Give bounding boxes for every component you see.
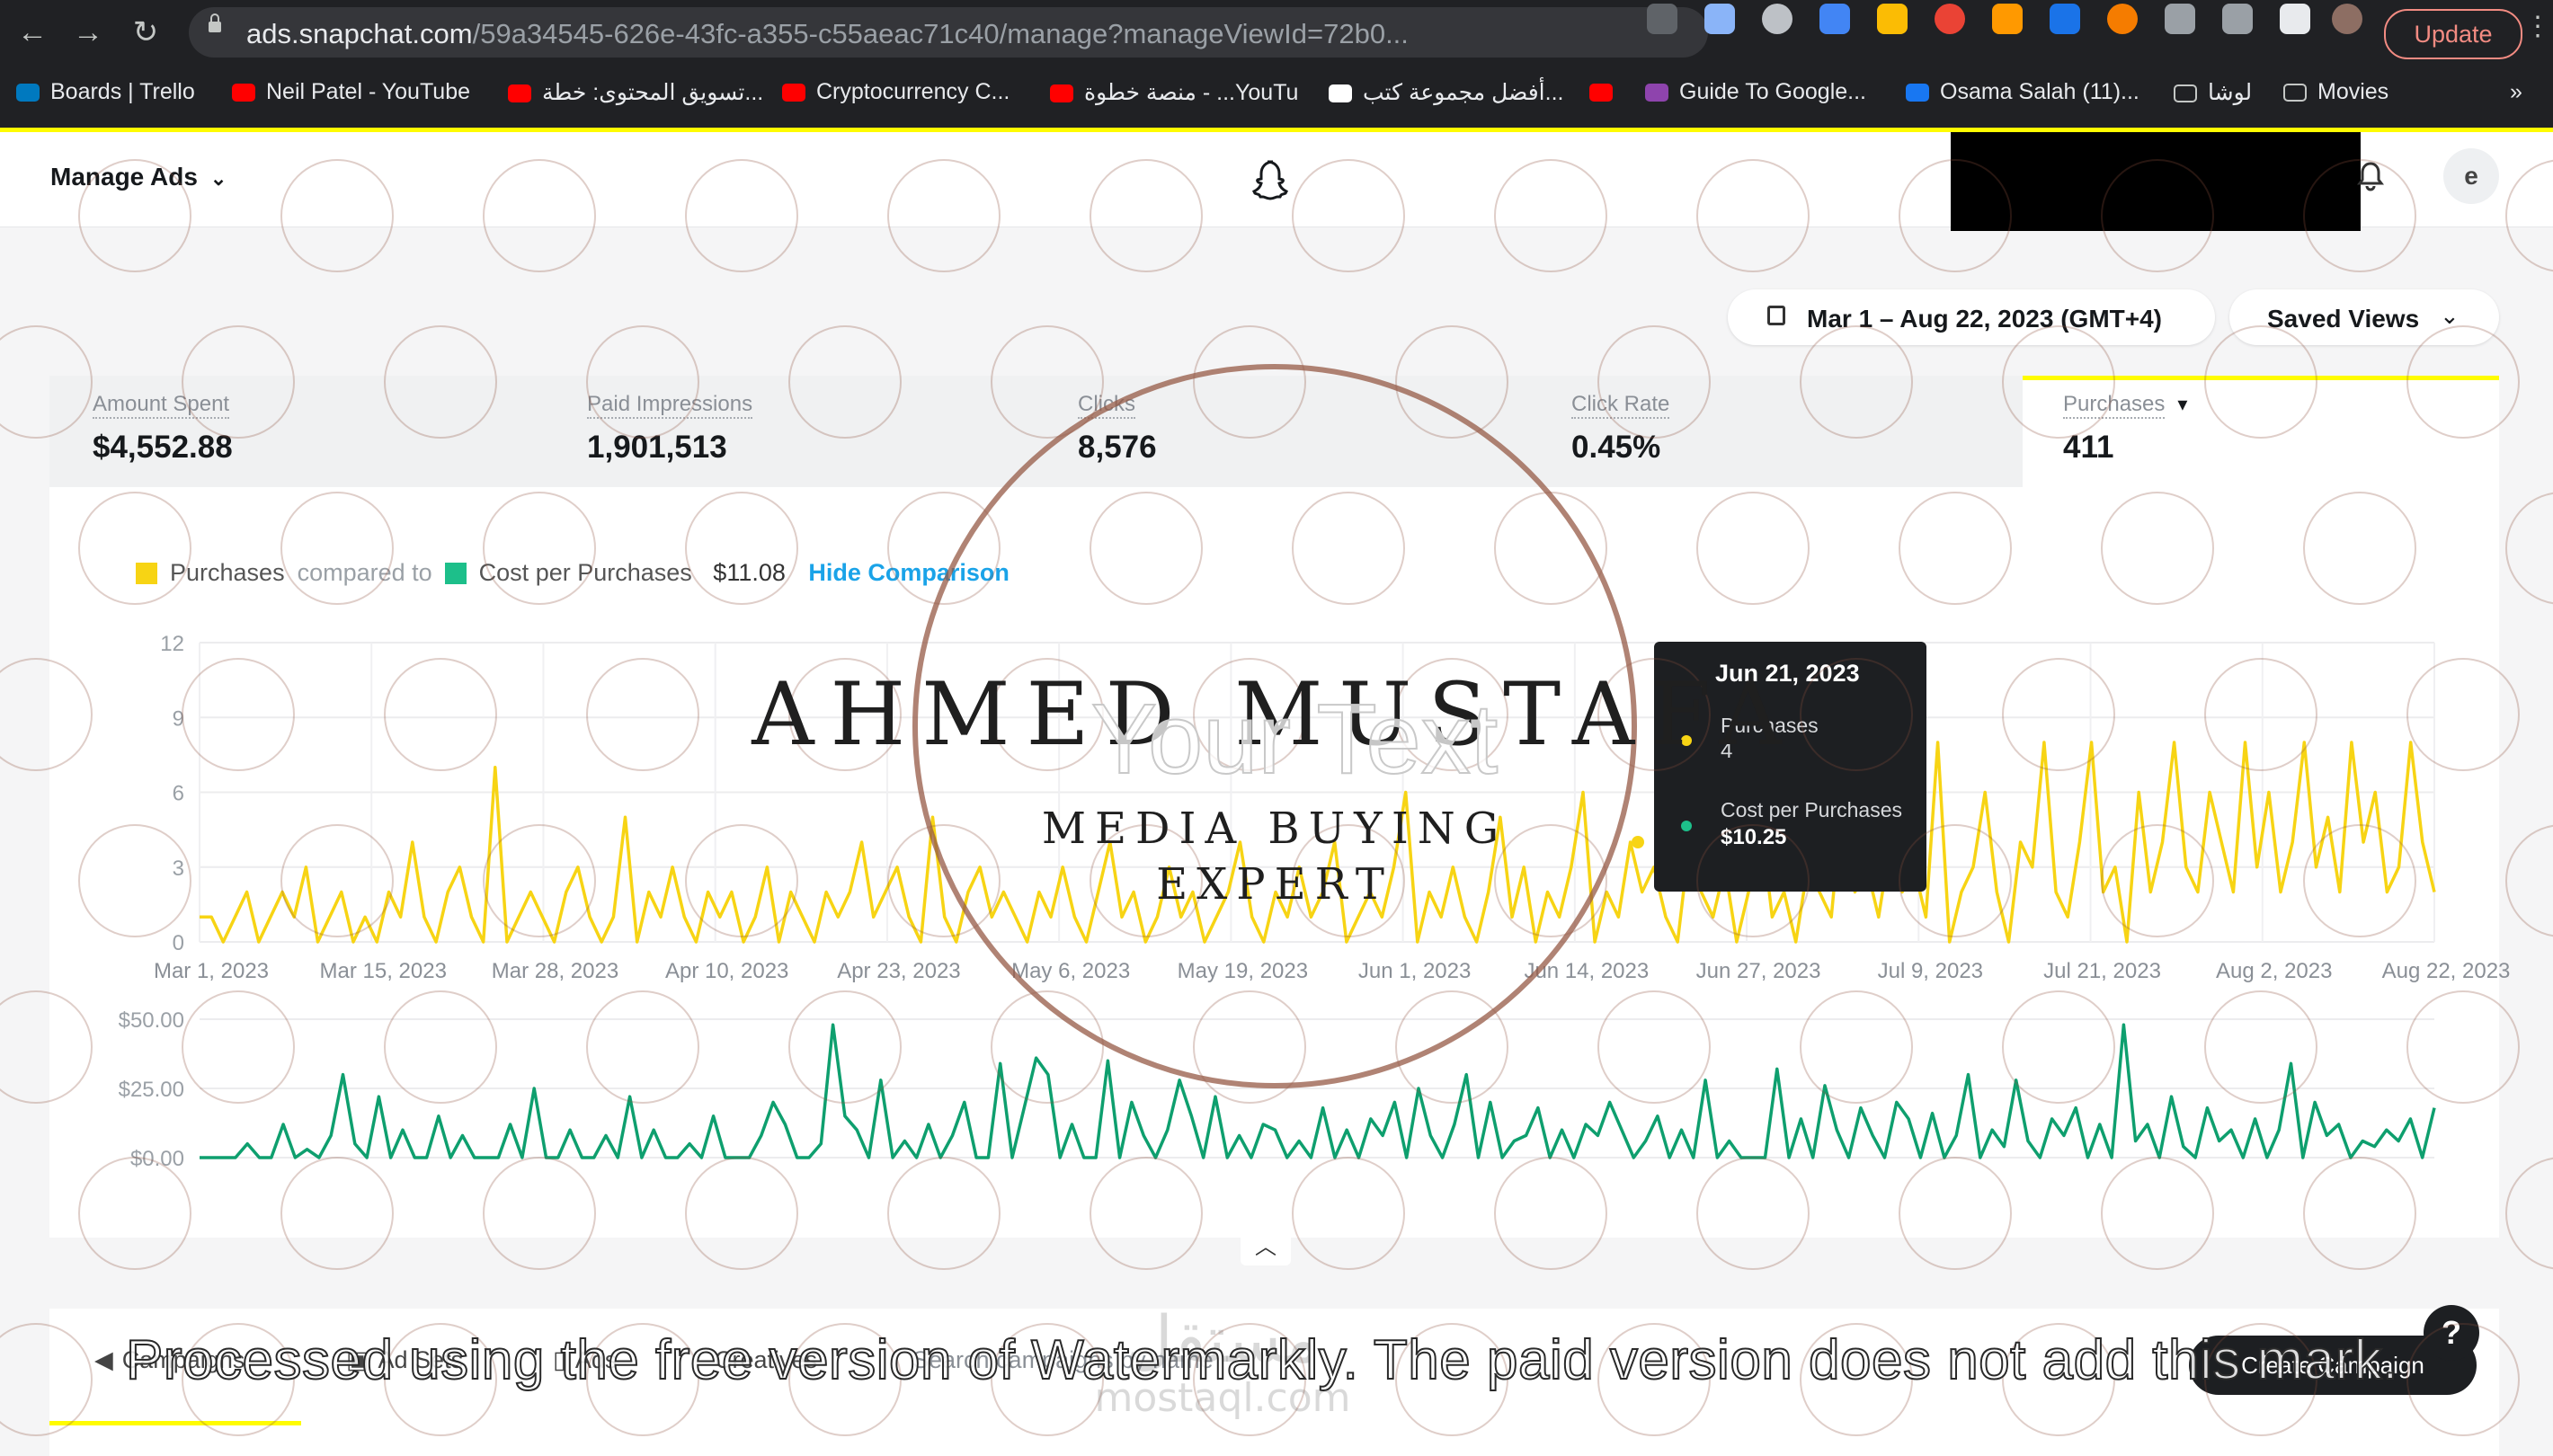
x-tick-label: Aug 2, 2023 xyxy=(2216,959,2332,983)
cost-line xyxy=(200,1023,2436,1159)
x-tick-label: Jul 21, 2023 xyxy=(2043,959,2161,983)
tooltip-cost-label: Cost per Purchases xyxy=(1721,798,1902,821)
purchases-line xyxy=(200,741,2436,944)
x-tick-label: Mar 1, 2023 xyxy=(154,959,269,983)
y-tick-label: 6 xyxy=(173,782,184,806)
y-tick-label: 12 xyxy=(160,632,184,656)
y-tick-label: 3 xyxy=(173,857,184,881)
x-tick-label: Mar 15, 2023 xyxy=(320,959,447,983)
tooltip-purchases-label: Purchases xyxy=(1721,714,1819,737)
active-tab-indicator xyxy=(49,1421,301,1425)
x-tick-label: Jun 27, 2023 xyxy=(1696,959,1821,983)
help-icon[interactable]: ? xyxy=(2424,1305,2479,1361)
purchases-dot xyxy=(1681,735,1692,746)
hover-point xyxy=(1632,836,1644,848)
cost-dot xyxy=(1681,821,1692,831)
tooltip-date: Jun 21, 2023 xyxy=(1715,660,1860,687)
x-tick-label: Jun 1, 2023 xyxy=(1358,959,1471,983)
watermark-banner-text: Processed using the free version of Wate… xyxy=(125,1328,2398,1392)
y-tick-label: $50.00 xyxy=(119,1008,184,1033)
megaphone-icon: ◀ xyxy=(94,1346,113,1373)
tooltip-cost-value: $10.25 xyxy=(1721,825,1787,849)
x-tick-label: Apr 10, 2023 xyxy=(665,959,788,983)
x-tick-label: May 6, 2023 xyxy=(1011,959,1130,983)
x-tick-label: Jun 14, 2023 xyxy=(1524,959,1649,983)
y-tick-label: 0 xyxy=(173,931,184,955)
tooltip-purchases-value: 4 xyxy=(1721,739,1733,763)
x-tick-label: Mar 28, 2023 xyxy=(492,959,618,983)
chevron-up-icon: ︿ xyxy=(1255,1235,1276,1259)
collapse-chart-button[interactable]: ︿ xyxy=(1241,1230,1291,1265)
y-tick-label: $0.00 xyxy=(130,1147,184,1171)
chart-tooltip: Jun 21, 2023 Purchases 4 Cost per Purcha… xyxy=(1654,642,1926,892)
y-tick-label: 9 xyxy=(173,706,184,731)
x-tick-label: May 19, 2023 xyxy=(1178,959,1308,983)
x-tick-label: Jul 9, 2023 xyxy=(1878,959,1983,983)
y-tick-label: $25.00 xyxy=(119,1078,184,1102)
x-tick-label: Aug 22, 2023 xyxy=(2382,959,2511,983)
x-tick-label: Apr 23, 2023 xyxy=(837,959,960,983)
